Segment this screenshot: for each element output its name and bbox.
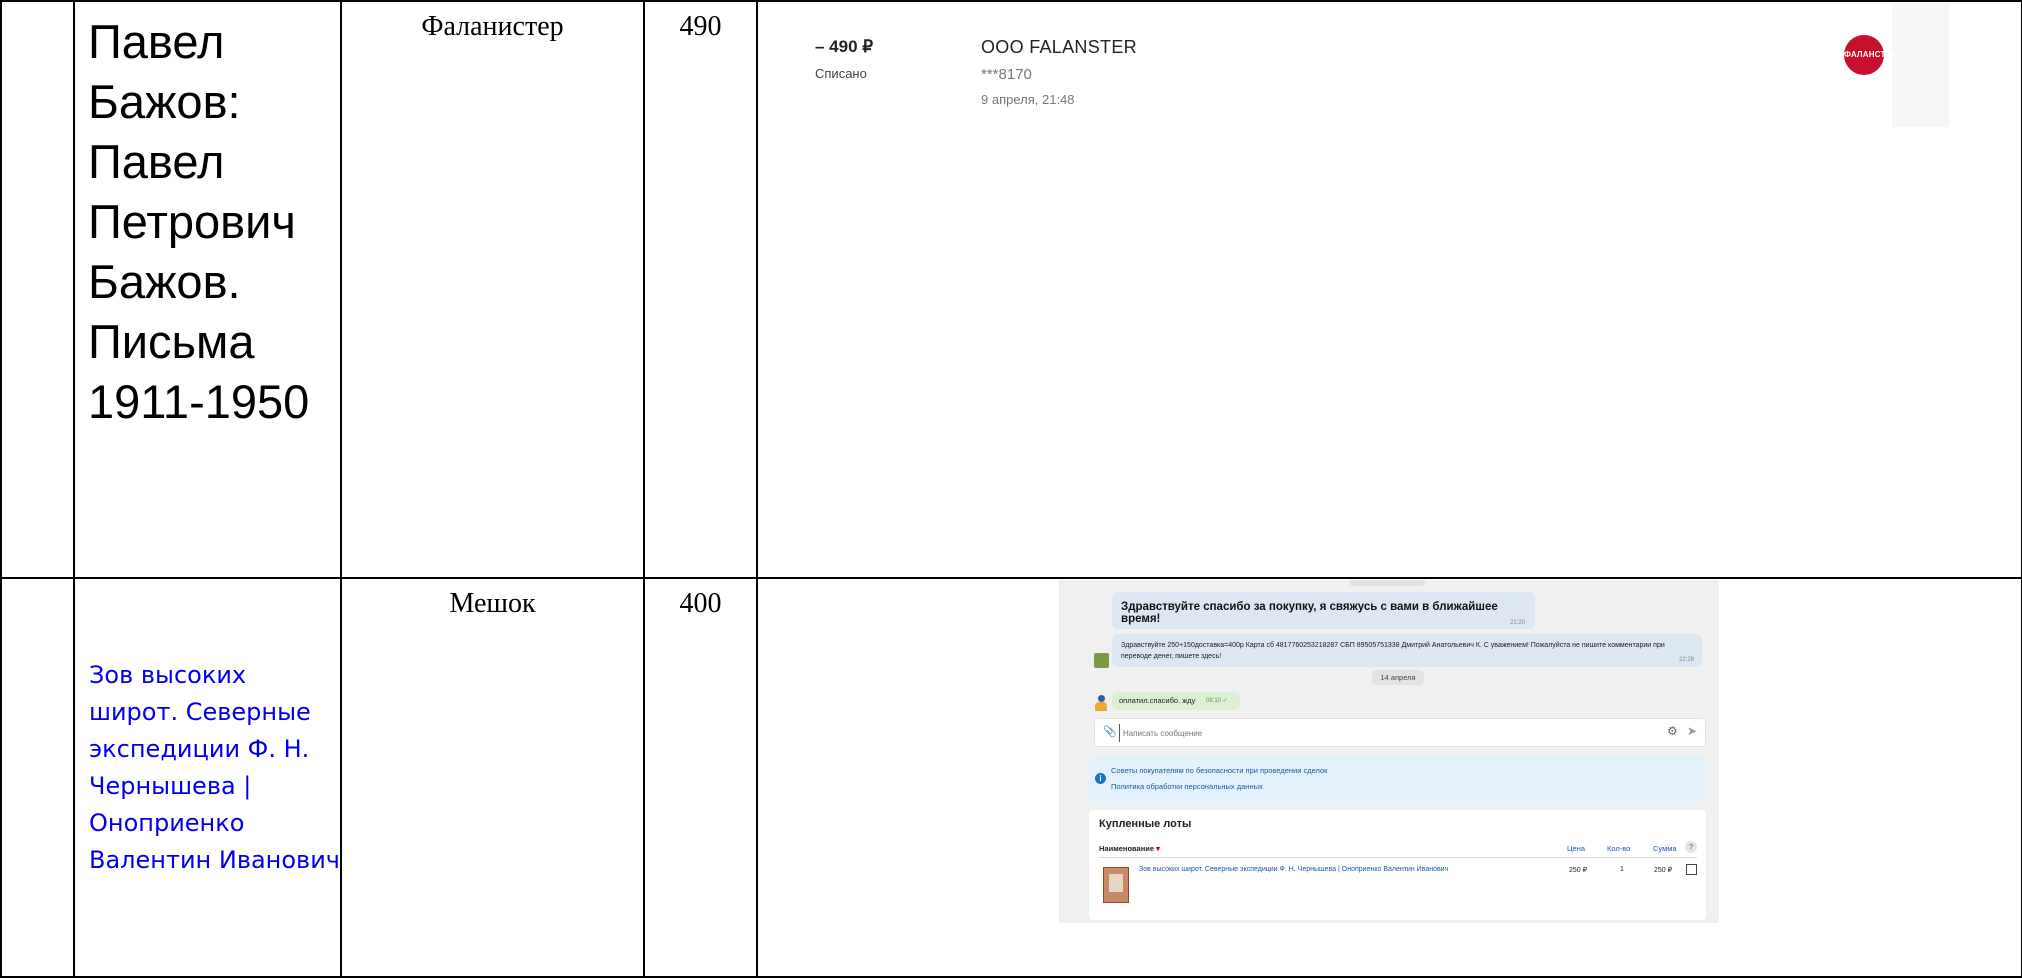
sort-arrow-icon: ▾ xyxy=(1156,844,1160,853)
book-title: Павел Бажов: Павел Петрович Бажов. Письм… xyxy=(88,15,310,428)
divider xyxy=(1099,857,1697,858)
purchases-table: Павел Бажов: Павел Петрович Бажов. Письм… xyxy=(0,0,2022,978)
lot-name-link[interactable]: Зов высоких широт. Северные экспедиции Ф… xyxy=(1139,866,1448,873)
column-header-name[interactable]: Наименование ▾ xyxy=(1099,844,1160,853)
lot-price: 250 ₽ xyxy=(1569,867,1588,874)
message-text: Здравствуйте спасибо за покупку, я свяжу… xyxy=(1121,601,1498,625)
column-header-price[interactable]: Цена xyxy=(1567,844,1585,853)
bank-receipt-screenshot: – 490 ₽ Списано ООО FALANSTER ***8170 9 … xyxy=(772,3,1949,127)
table-row: Зов высоких широт. Северные экспедиции Ф… xyxy=(0,577,2022,978)
merchant-logo-icon: ФАЛАНСТЕР xyxy=(1844,35,1896,75)
book-title-cell: Павел Бажов: Павел Петрович Бажов. Письм… xyxy=(73,0,342,579)
chat-message-seller: Здравствуйте спасибо за покупку, я свяжу… xyxy=(1112,592,1535,629)
safety-tips-link[interactable]: Советы покупателям по безопасности при п… xyxy=(1111,766,1327,775)
price-cell: 490 xyxy=(643,0,758,579)
book-title-link[interactable]: Зов высоких широт. Северные экспедиции Ф… xyxy=(75,579,340,879)
chat-message-seller-payment: Здравствуйте 250+150доставка=400р Карта … xyxy=(1112,634,1702,667)
message-text: Здравствуйте 250+150доставка=400р Карта … xyxy=(1121,642,1665,660)
message-input[interactable] xyxy=(1119,724,1625,742)
message-time: 21:20 xyxy=(1509,620,1525,626)
privacy-policy-link[interactable]: Политика обработки персональных данных xyxy=(1111,782,1263,791)
row-number-cell xyxy=(0,0,75,579)
price-value: 400 xyxy=(679,588,722,619)
buyer-avatar xyxy=(1094,695,1108,711)
seller-cell: Мешок xyxy=(340,577,645,978)
info-icon: i xyxy=(1095,773,1106,784)
merchant-name: ООО FALANSTER xyxy=(981,37,1137,57)
book-title-cell: Зов высоких широт. Северные экспедиции Ф… xyxy=(73,577,342,978)
lots-heading: Купленные лоты xyxy=(1099,818,1192,830)
message-time: 22:28 xyxy=(1678,657,1694,663)
info-panel: i Советы покупателям по безопасности при… xyxy=(1089,756,1706,803)
price-cell: 400 xyxy=(643,577,758,978)
gear-icon[interactable]: ⚙ xyxy=(1667,724,1678,738)
seller-name: Мешок xyxy=(449,588,536,619)
lot-thumbnail[interactable] xyxy=(1103,867,1129,903)
row-number-cell xyxy=(0,577,75,978)
date-separator: 14 апреля xyxy=(1372,670,1424,685)
message-text: оплатил.спасибо. жду xyxy=(1119,696,1196,705)
bank-transaction-card: – 490 ₽ Списано ООО FALANSTER ***8170 9 … xyxy=(772,3,1896,127)
lot-checkbox[interactable] xyxy=(1686,864,1697,875)
date-separator-top xyxy=(1349,580,1425,586)
table-row: Павел Бажов: Павел Петрович Бажов. Письм… xyxy=(0,0,2022,579)
transaction-date: 9 апреля, 21:48 xyxy=(981,92,1075,107)
seller-cell: Фаланистер xyxy=(340,0,645,579)
seller-name: Фаланистер xyxy=(421,11,564,42)
message-composer: 📎 ⚙ ➤ xyxy=(1094,718,1706,747)
card-number: ***8170 xyxy=(981,66,1032,83)
column-header-sum[interactable]: Сумма xyxy=(1653,844,1677,853)
proof-cell: Здравствуйте спасибо за покупку, я свяжу… xyxy=(756,577,2022,978)
transaction-status: Списано xyxy=(815,66,867,81)
lot-sum: 250 ₽ xyxy=(1654,867,1673,874)
transaction-amount: – 490 ₽ xyxy=(815,37,874,56)
auction-chat-screenshot: Здравствуйте спасибо за покупку, я свяжу… xyxy=(1059,580,1719,923)
chat-message-buyer: оплатил.спасибо. жду 08:10 ✓ xyxy=(1112,692,1240,710)
seller-avatar xyxy=(1094,653,1109,668)
purchased-lots-panel: Купленные лоты Наименование ▾ Цена Кол-в… xyxy=(1089,810,1706,920)
column-header-label: Наименование xyxy=(1099,844,1155,853)
message-time: 08:10 ✓ xyxy=(1206,698,1228,704)
price-value: 490 xyxy=(679,11,722,42)
column-header-qty[interactable]: Кол-во xyxy=(1607,844,1630,853)
help-icon[interactable]: ? xyxy=(1685,841,1697,853)
proof-cell: – 490 ₽ Списано ООО FALANSTER ***8170 9 … xyxy=(756,0,2022,579)
paperclip-icon[interactable]: 📎 xyxy=(1103,725,1117,738)
lot-qty: 1 xyxy=(1620,866,1624,873)
send-icon[interactable]: ➤ xyxy=(1687,724,1697,738)
